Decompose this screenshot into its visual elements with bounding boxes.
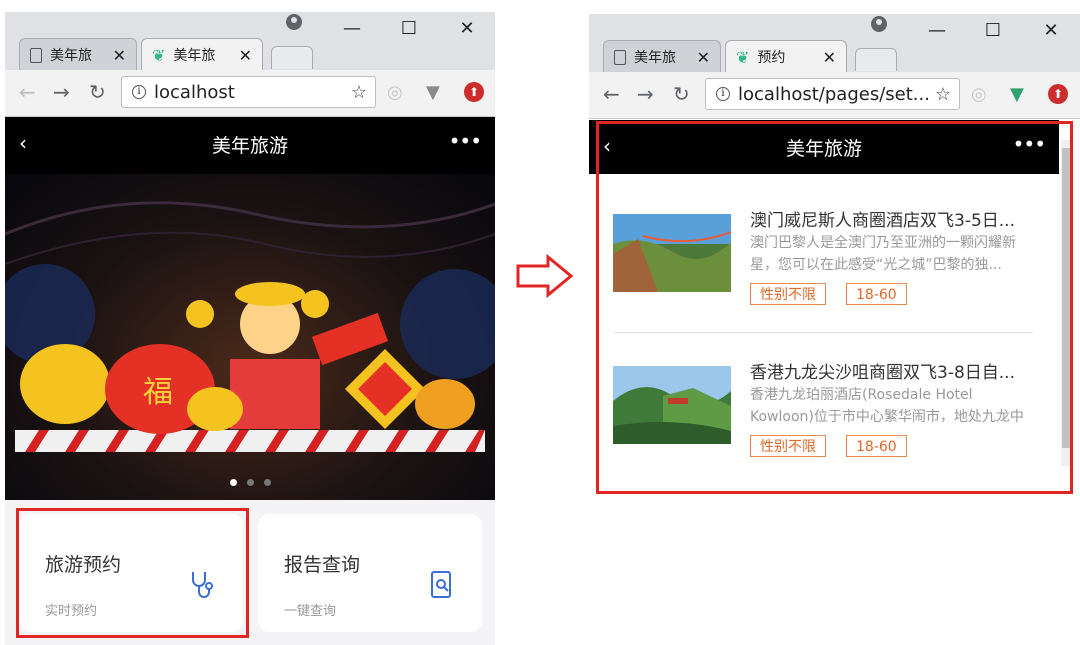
- extension-upload-icon[interactable]: ⬆: [1048, 84, 1068, 104]
- lantern-festival-image: 福: [5, 201, 495, 452]
- tab-inactive[interactable]: 美年旅 ✕: [603, 40, 721, 73]
- maximize-button[interactable]: ☐: [983, 20, 1003, 41]
- close-window-button[interactable]: ✕: [457, 18, 477, 39]
- svg-text:福: 福: [143, 375, 173, 410]
- new-tab-button[interactable]: [271, 46, 313, 69]
- close-window-button[interactable]: ✕: [1041, 20, 1061, 41]
- right-arrow-icon: [516, 254, 574, 298]
- back-arrow-icon[interactable]: ←: [603, 82, 620, 106]
- forward-arrow-icon[interactable]: →: [637, 82, 654, 106]
- extension-ring-icon[interactable]: ◎: [971, 84, 987, 105]
- tab-active[interactable]: ❦ 预约 ✕: [725, 40, 847, 73]
- tab-strip: — ☐ ✕ 美年旅 ✕ ❦ 美年旅 ✕: [5, 12, 495, 71]
- forward-arrow-icon[interactable]: →: [53, 80, 70, 104]
- minimize-button[interactable]: —: [927, 20, 947, 41]
- carousel-dot[interactable]: [246, 479, 254, 486]
- tab-inactive[interactable]: 美年旅 ✕: [19, 38, 137, 71]
- address-bar[interactable]: i localhost ☆: [121, 76, 376, 108]
- reload-icon[interactable]: ↻: [673, 82, 690, 106]
- app-header: ‹ 美年旅游 •••: [5, 117, 495, 174]
- report-query-card[interactable]: 报告查询 一键查询: [258, 514, 482, 632]
- highlight-box-right: [596, 121, 1073, 494]
- bookmark-star-icon[interactable]: ☆: [351, 82, 367, 103]
- report-search-icon: [431, 571, 451, 598]
- back-arrow-icon[interactable]: ←: [19, 80, 36, 104]
- carousel-dot[interactable]: [229, 479, 237, 486]
- browser-toolbar: ← → ↻ i localhost/pages/set... ☆ ◎ ▼ ⬆: [589, 72, 1080, 119]
- tab-close-icon[interactable]: ✕: [823, 48, 836, 67]
- vue-leaf-icon: ❦: [736, 47, 750, 67]
- extension-upload-icon[interactable]: ⬆: [464, 82, 484, 102]
- vue-leaf-icon: ❦: [152, 45, 166, 65]
- bookmark-star-icon[interactable]: ☆: [935, 84, 951, 105]
- address-bar[interactable]: i localhost/pages/set... ☆: [705, 78, 960, 110]
- reload-icon[interactable]: ↻: [89, 80, 106, 104]
- tab-close-icon[interactable]: ✕: [113, 46, 126, 65]
- tab-strip: — ☐ ✕ 美年旅 ✕ ❦ 预约 ✕: [589, 14, 1080, 73]
- tab-close-icon[interactable]: ✕: [697, 48, 710, 67]
- browser-toolbar: ← → ↻ i localhost ☆ ◎ ▼ ⬆: [5, 70, 495, 117]
- carousel-indicator: [5, 479, 495, 486]
- vue-devtools-icon[interactable]: ▼: [426, 82, 440, 103]
- maximize-button[interactable]: ☐: [399, 18, 419, 39]
- tab-active[interactable]: ❦ 美年旅 ✕: [141, 38, 263, 71]
- document-icon: [614, 49, 626, 65]
- minimize-button[interactable]: —: [342, 18, 362, 39]
- carousel-dot[interactable]: [263, 479, 271, 486]
- profile-icon[interactable]: [871, 16, 887, 32]
- new-tab-button[interactable]: [855, 48, 897, 71]
- carousel-banner[interactable]: 福: [5, 174, 495, 500]
- app-title: 美年旅游: [211, 135, 288, 157]
- tab-close-icon[interactable]: ✕: [239, 46, 252, 65]
- profile-icon[interactable]: [286, 14, 302, 30]
- more-icon[interactable]: •••: [449, 129, 482, 153]
- info-icon[interactable]: i: [132, 85, 146, 99]
- extension-ring-icon[interactable]: ◎: [387, 82, 403, 103]
- vue-devtools-icon[interactable]: ▼: [1010, 84, 1024, 105]
- info-icon[interactable]: i: [716, 87, 730, 101]
- document-icon: [30, 47, 42, 63]
- highlight-box-left: [16, 508, 249, 638]
